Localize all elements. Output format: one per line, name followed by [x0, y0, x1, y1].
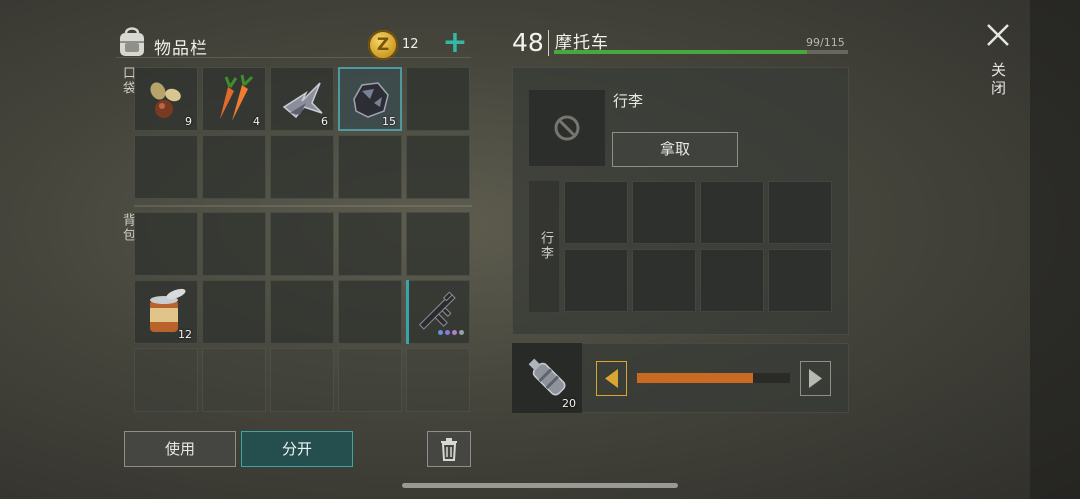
backpack-slot-locked	[134, 348, 198, 412]
pocket-slot-empty[interactable]	[202, 135, 266, 199]
durability-bar	[554, 50, 848, 54]
split-button[interactable]: 分开	[241, 431, 353, 467]
fuel-item-slot[interactable]: 20	[512, 343, 582, 413]
pocket-slot-empty[interactable]	[406, 135, 470, 199]
rarity-dots	[436, 320, 464, 339]
item-quantity: 20	[562, 397, 576, 410]
backpack-slot-locked	[202, 348, 266, 412]
backpack-slot-locked	[270, 348, 334, 412]
storage-slot[interactable]	[564, 181, 628, 244]
add-coins-button[interactable]: +	[441, 28, 469, 58]
vehicle-level: 48	[512, 28, 544, 57]
luggage-side-tab: 行李	[529, 181, 559, 312]
pocket-slot-coal-ore[interactable]: 15	[338, 67, 402, 131]
pocket-slot-metal-scraps[interactable]: 6	[270, 67, 334, 131]
item-quantity: 6	[321, 115, 328, 128]
backpack-slot-empty[interactable]	[338, 280, 402, 344]
header-divider	[116, 57, 471, 58]
coin-icon: Z	[368, 30, 398, 60]
arrow-right-button[interactable]	[800, 361, 831, 396]
backpack-slot-empty[interactable]	[406, 212, 470, 276]
item-quantity: 4	[253, 115, 260, 128]
backpack-slot-empty[interactable]	[270, 212, 334, 276]
backpack-slot-empty[interactable]	[134, 212, 198, 276]
luggage-side-label: 行李	[538, 231, 553, 261]
header-separator	[548, 30, 549, 56]
item-quantity: 12	[178, 328, 192, 341]
backpack-icon	[120, 27, 144, 56]
storage-slot[interactable]	[700, 249, 764, 312]
right-edge-strip	[1030, 0, 1080, 499]
inventory-title: 物品栏	[154, 39, 208, 59]
luggage-slot	[529, 90, 605, 166]
backpack-slot-empty[interactable]	[338, 212, 402, 276]
storage-slot[interactable]	[700, 181, 764, 244]
pocket-slot-seeds[interactable]: 9	[134, 67, 198, 131]
pocket-slot-empty[interactable]	[406, 67, 470, 131]
pocket-slot-empty[interactable]	[338, 135, 402, 199]
trash-icon	[441, 438, 457, 461]
storage-slot[interactable]	[632, 249, 696, 312]
arrow-left-button[interactable]	[596, 361, 627, 396]
coin-count: 12	[402, 37, 419, 52]
section-divider	[134, 205, 472, 207]
pocket-slot-empty[interactable]	[134, 135, 198, 199]
item-quantity: 9	[185, 115, 192, 128]
take-button[interactable]: 拿取	[612, 132, 738, 167]
backpack-slot-assault-rifle[interactable]	[406, 280, 470, 344]
close-button-label[interactable]: 关闭	[988, 62, 1009, 98]
close-icon[interactable]	[985, 22, 1011, 48]
fuel-bar[interactable]	[637, 373, 790, 383]
storage-slot[interactable]	[564, 249, 628, 312]
no-entry-icon	[554, 115, 580, 141]
backpack-slot-locked	[406, 348, 470, 412]
luggage-title: 行李	[613, 92, 644, 110]
backpack-slot-canned-food[interactable]: 12	[134, 280, 198, 344]
storage-slot[interactable]	[632, 181, 696, 244]
item-quantity: 15	[382, 115, 396, 128]
durability-bar-fill	[554, 50, 807, 54]
pocket-slot-empty[interactable]	[270, 135, 334, 199]
use-button[interactable]: 使用	[124, 431, 236, 467]
trash-button[interactable]	[427, 431, 471, 467]
home-indicator[interactable]	[402, 483, 678, 488]
storage-slot[interactable]	[768, 181, 832, 244]
vehicle-durability: 99/115	[806, 36, 845, 49]
backpack-slot-empty[interactable]	[270, 280, 334, 344]
fuel-bar-fill	[637, 373, 754, 383]
backpack-slot-locked	[338, 348, 402, 412]
pocket-slot-carrots[interactable]: 4	[202, 67, 266, 131]
backpack-slot-empty[interactable]	[202, 212, 266, 276]
storage-slot[interactable]	[768, 249, 832, 312]
backpack-slot-empty[interactable]	[202, 280, 266, 344]
